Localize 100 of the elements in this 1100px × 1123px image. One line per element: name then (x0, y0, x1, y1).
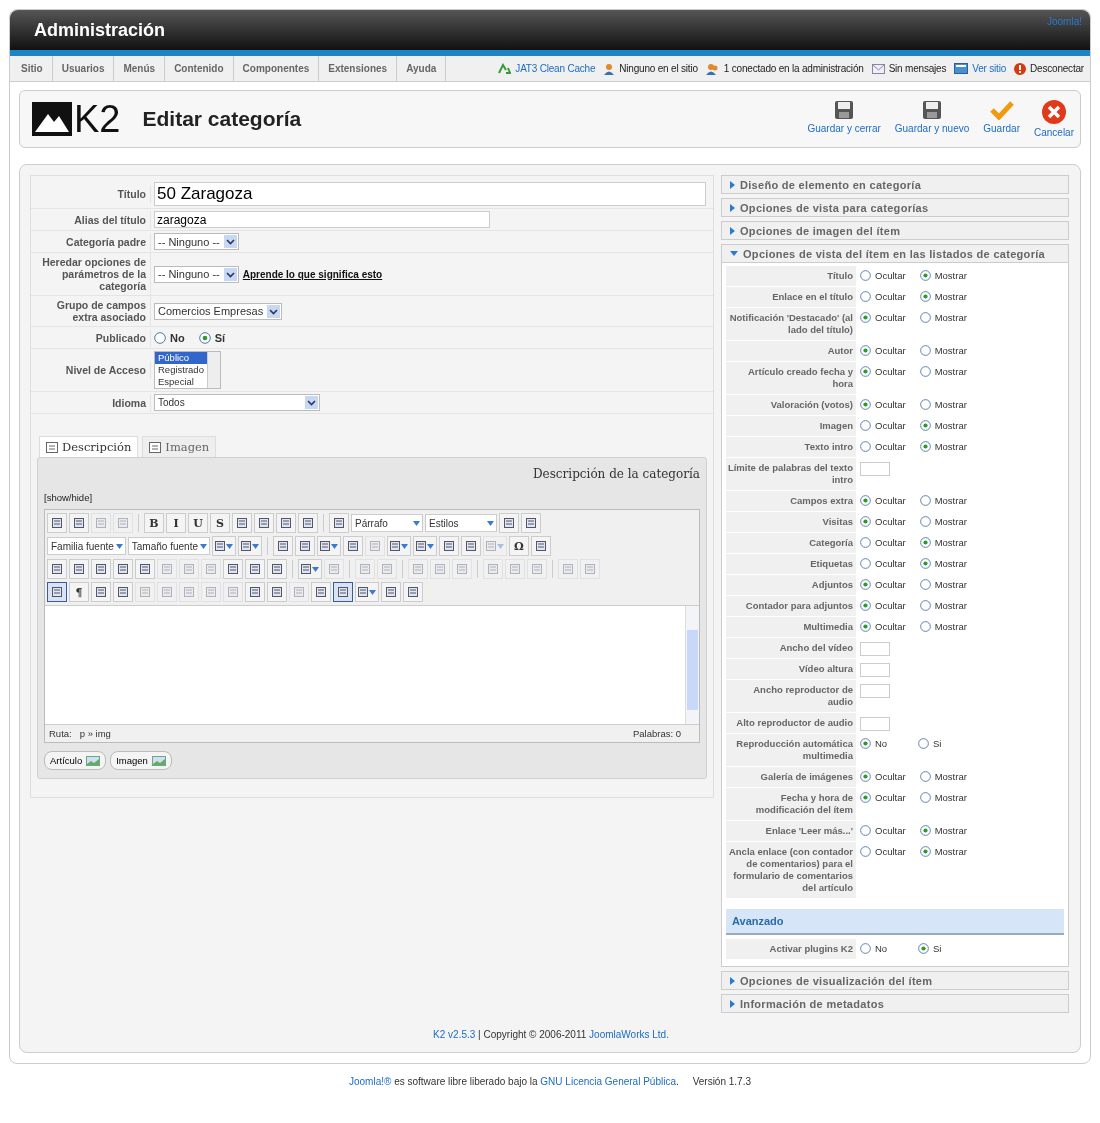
radio-button[interactable] (918, 738, 929, 749)
format-dropdown[interactable]: Párrafo (351, 514, 423, 532)
radio-button[interactable] (918, 943, 929, 954)
list-option[interactable]: Especial (155, 376, 207, 388)
company-link[interactable]: JoomlaWorks Ltd. (589, 1029, 669, 1040)
radio-button[interactable] (919, 420, 931, 431)
dropdown[interactable]: -- Ninguno -- (154, 265, 239, 283)
dropdown[interactable]: Comercios Empresas (154, 302, 283, 320)
license-link[interactable]: GNU Licencia General Pública (540, 1076, 676, 1087)
radio-button[interactable] (860, 441, 871, 452)
radio-button[interactable] (919, 270, 931, 281)
toolbar-button[interactable] (47, 582, 67, 602)
title-input[interactable]: 50 Zaragoza (154, 182, 706, 206)
scrollbar[interactable] (207, 352, 220, 388)
menu-item[interactable]: Contenido (165, 56, 234, 81)
number-input[interactable] (860, 717, 890, 731)
status-link[interactable]: Desconectar (1030, 63, 1084, 74)
radio-button[interactable] (860, 943, 871, 954)
radio-button[interactable] (860, 270, 871, 281)
radio-button[interactable] (919, 441, 931, 452)
number-input[interactable] (860, 663, 890, 677)
accordion-header[interactable]: Opciones de vista para categorías (721, 198, 1069, 217)
radio-button[interactable] (919, 345, 931, 356)
radio-button[interactable] (919, 558, 931, 569)
toolbar-button[interactable]: Ω (509, 536, 529, 556)
radio-button[interactable] (860, 771, 871, 782)
radio-button[interactable] (860, 558, 871, 569)
menu-item[interactable]: Menús (114, 56, 166, 81)
radio-button[interactable] (860, 291, 871, 302)
menu-item[interactable]: Sitio (12, 56, 53, 81)
radio-button[interactable] (919, 516, 931, 527)
radio-button[interactable] (860, 825, 871, 836)
format-dropdown[interactable]: Tamaño fuente (127, 537, 210, 555)
accordion-header[interactable]: Opciones de vista del ítem en las listados de categoría (721, 244, 1069, 263)
radio-button[interactable] (154, 331, 166, 344)
radio-button[interactable] (919, 621, 931, 632)
tab[interactable]: Descripción (39, 436, 139, 457)
accordion-header[interactable]: Información de metadatos (721, 994, 1069, 1013)
accordion-header[interactable]: Opciones de visualización del ítem (721, 971, 1069, 990)
radio-button[interactable] (860, 738, 871, 749)
radio-button[interactable] (860, 420, 871, 431)
radio-button[interactable] (860, 312, 871, 323)
menu-item[interactable]: Usuarios (52, 56, 115, 81)
radio-button[interactable] (919, 600, 931, 611)
radio-button[interactable] (860, 621, 871, 632)
toolbar-button[interactable]: U (188, 513, 208, 533)
dropdown[interactable]: Todos (154, 394, 320, 411)
radio-button[interactable] (919, 537, 931, 548)
radio-button[interactable] (919, 291, 931, 302)
radio-button[interactable] (860, 792, 871, 803)
status-link[interactable]: 1 conectado en la administración (723, 63, 864, 74)
radio-button[interactable] (919, 495, 931, 506)
joomla-link[interactable]: Joomla!® (348, 1076, 392, 1087)
format-dropdown[interactable]: Familia fuente (47, 537, 126, 555)
insert-button[interactable]: Artículo (44, 751, 107, 770)
version-link[interactable]: K2 v2.5.3 (433, 1029, 476, 1040)
format-dropdown[interactable]: Estilos (425, 514, 497, 532)
number-input[interactable] (860, 462, 890, 476)
toolbar-button[interactable]: I (166, 513, 186, 533)
accordion-header[interactable]: Diseño de elemento en categoría (721, 175, 1069, 194)
radio-button[interactable] (860, 579, 871, 590)
tab[interactable]: Imagen (142, 436, 217, 457)
toolbar-button[interactable]: Guardar y cerrar (807, 100, 881, 138)
toolbar-button[interactable]: S (210, 513, 230, 533)
radio-button[interactable] (860, 495, 871, 506)
menu-item[interactable]: Extensiones (319, 56, 398, 81)
radio-button[interactable] (919, 846, 931, 857)
toolbar-button[interactable]: B (144, 513, 164, 533)
radio-button[interactable] (919, 825, 931, 836)
alias-input[interactable]: zaragoza (154, 211, 490, 228)
radio-button[interactable] (198, 331, 211, 344)
list-option[interactable]: Registrado (155, 364, 207, 376)
radio-button[interactable] (919, 579, 931, 590)
toolbar-button[interactable]: Guardar y nuevo (894, 100, 970, 138)
radio-button[interactable] (919, 366, 931, 377)
access-listbox[interactable]: Público Registrado Especial (154, 351, 221, 389)
list-option[interactable]: Público (155, 352, 207, 364)
radio-button[interactable] (919, 399, 931, 410)
dropdown[interactable]: -- Ninguno -- (154, 233, 239, 250)
menu-item[interactable]: Componentes (233, 56, 320, 81)
radio-button[interactable] (860, 516, 871, 527)
scrollbar[interactable] (685, 606, 699, 724)
status-link[interactable]: JAT3 Clean Cache (515, 63, 596, 74)
number-input[interactable] (860, 642, 890, 656)
menu-item[interactable]: Ayuda (397, 56, 447, 81)
toolbar-button[interactable]: Cancelar (1033, 100, 1074, 138)
toolbar-button[interactable]: Guardar (983, 100, 1020, 138)
toolbar-button[interactable]: ¶ (69, 582, 89, 602)
toggle-link[interactable]: [show/hide] (44, 492, 93, 503)
radio-button[interactable] (919, 771, 931, 782)
number-input[interactable] (860, 684, 890, 698)
help-link[interactable]: Aprende lo que significa esto (242, 268, 383, 280)
insert-button[interactable]: Imagen (110, 751, 172, 770)
radio-button[interactable] (860, 366, 871, 377)
radio-button[interactable] (860, 345, 871, 356)
status-link[interactable]: Sin mensajes (888, 63, 947, 74)
radio-button[interactable] (919, 792, 931, 803)
radio-button[interactable] (860, 537, 871, 548)
accordion-header[interactable]: Opciones de imagen del ítem (721, 221, 1069, 240)
radio-button[interactable] (860, 600, 871, 611)
